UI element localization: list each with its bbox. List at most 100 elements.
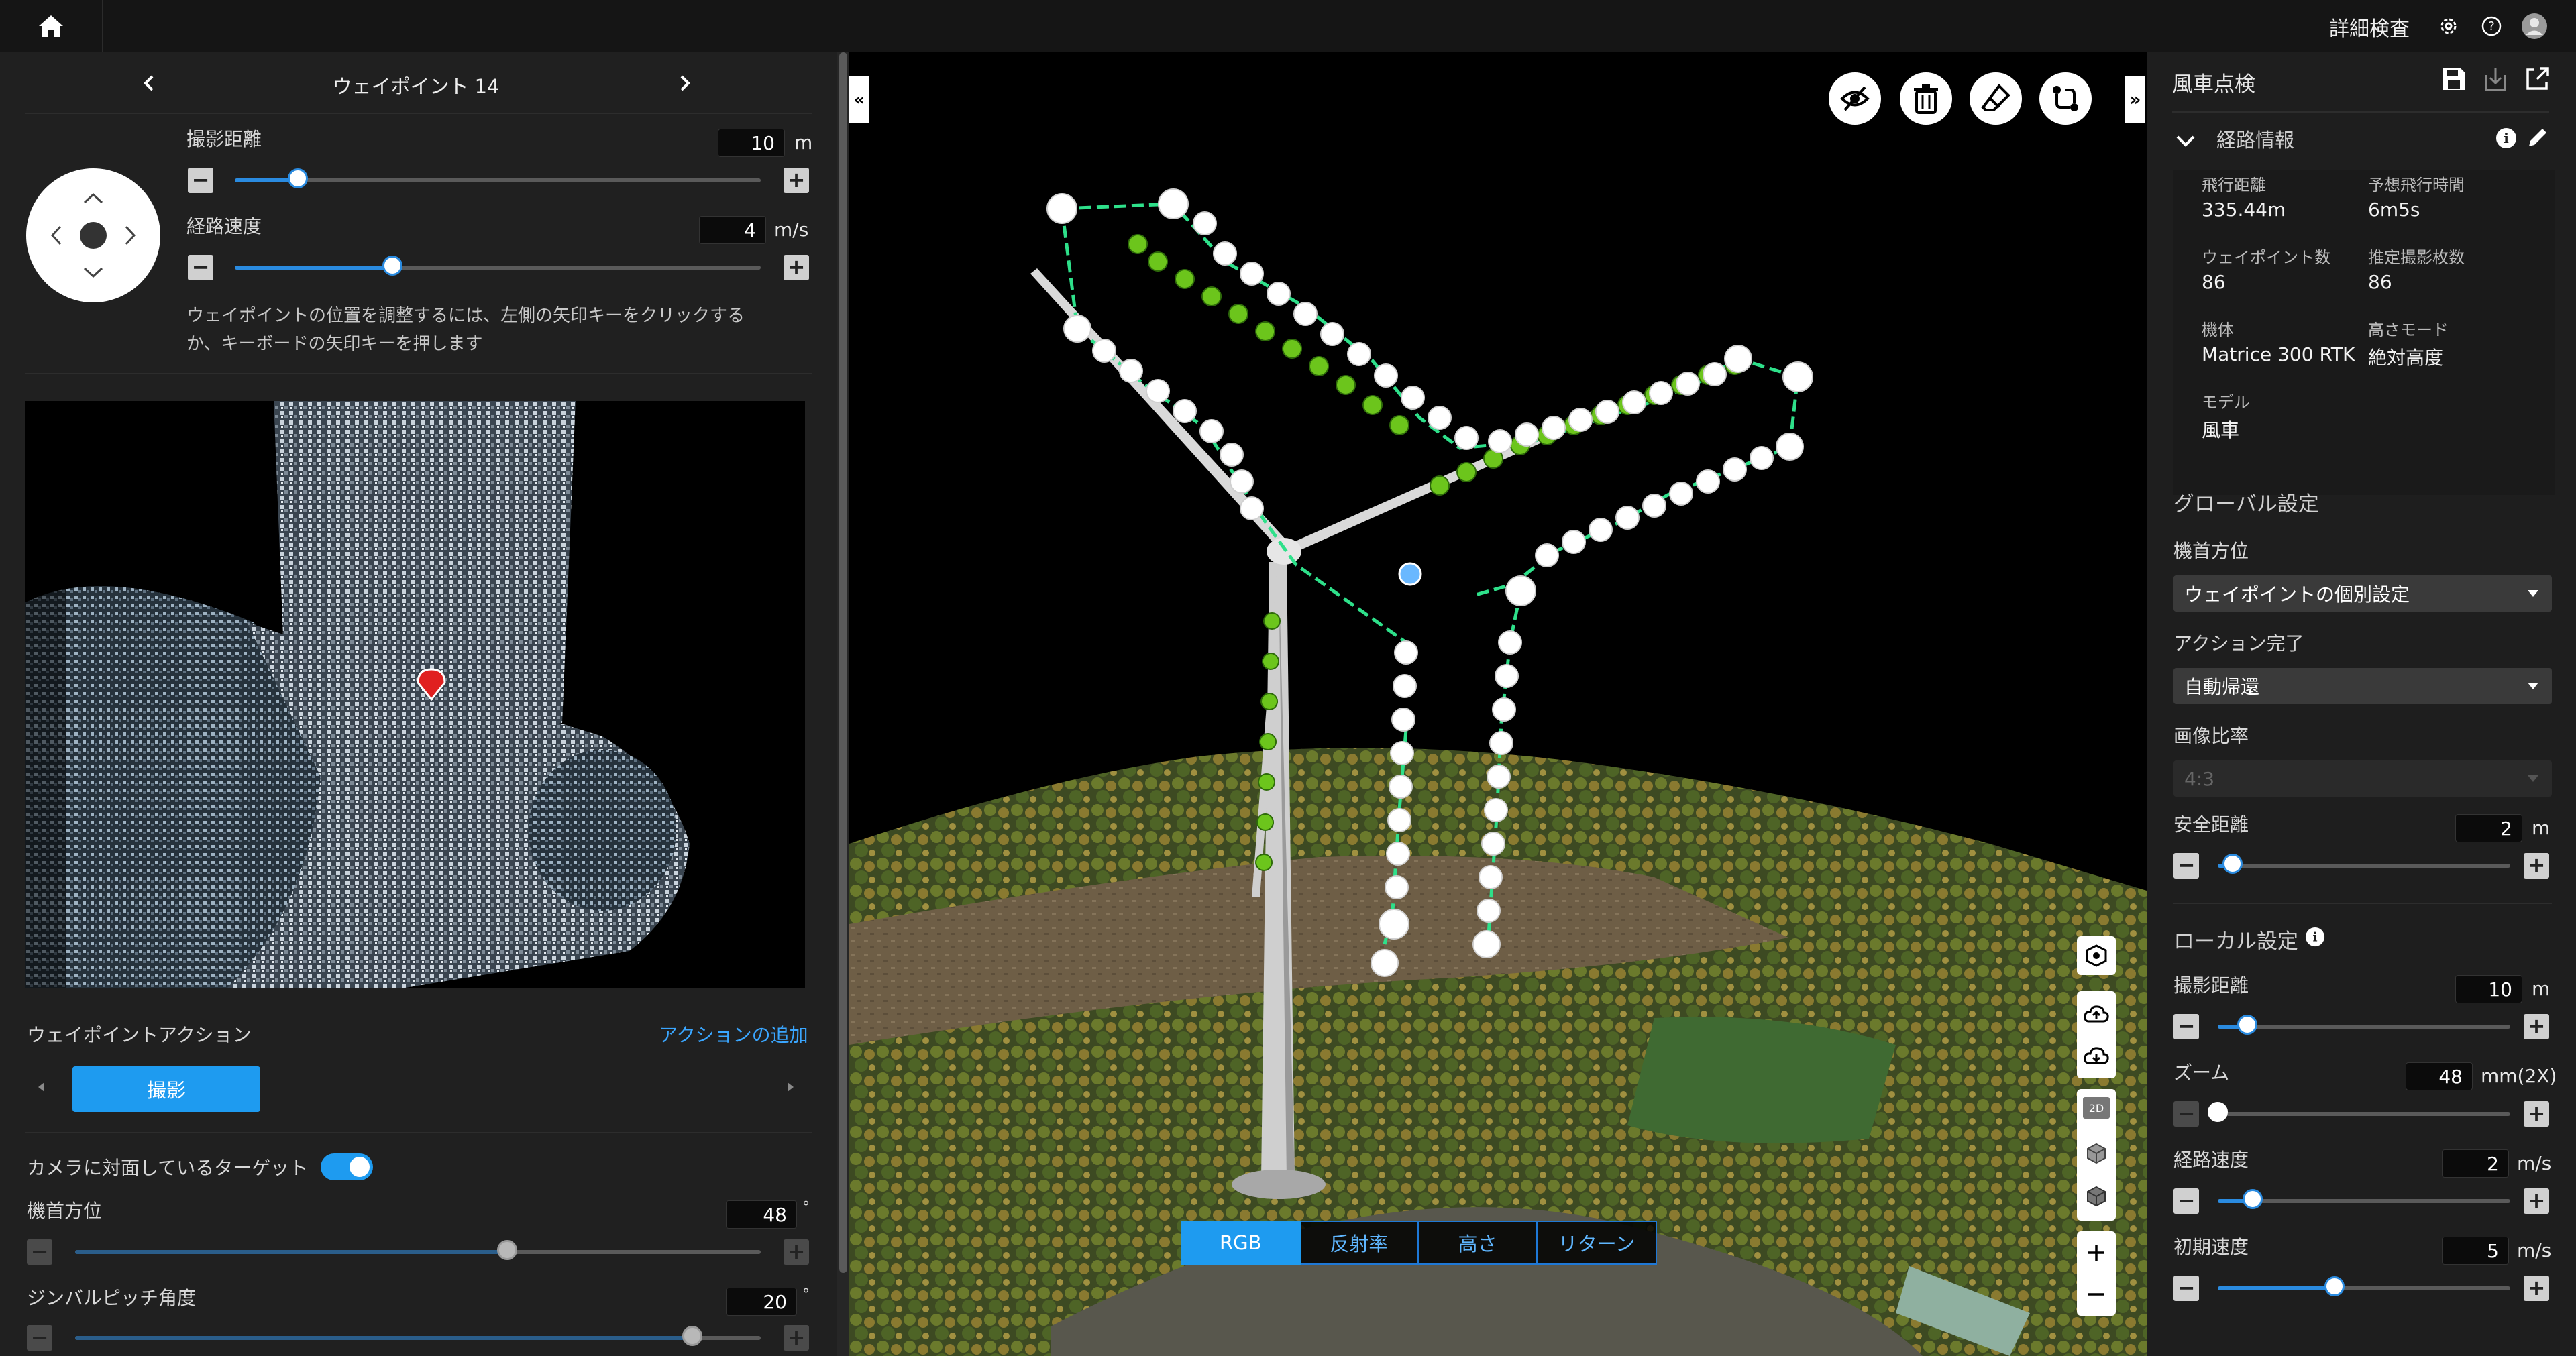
cube-view-button[interactable]	[2077, 936, 2116, 975]
initial-speed-input[interactable]: 5	[2442, 1237, 2509, 1265]
cloud-upload-button[interactable]	[2077, 994, 2116, 1034]
heading-unit: °	[802, 1199, 810, 1216]
local-shoot-distance-plus-button[interactable]: +	[2524, 1014, 2549, 1039]
hint-line-1: ウェイポイントの位置を調整するには、左側の矢印キーをクリックする	[186, 306, 745, 326]
toggle-visibility-button[interactable]	[1829, 72, 1881, 125]
safe-distance-input[interactable]: 2	[2455, 814, 2522, 842]
global-divider	[2174, 903, 2552, 904]
safe-distance-slider[interactable]	[2218, 854, 2510, 874]
initial-speed-label: 初期速度	[2174, 1236, 2249, 1258]
zoom-group	[2077, 1231, 2116, 1316]
shoot-distance-input[interactable]: 10	[718, 129, 785, 157]
zoom-minus-button[interactable]: −	[2174, 1101, 2199, 1127]
settings-button[interactable]	[2434, 11, 2463, 41]
route-speed-minus-button[interactable]: −	[188, 255, 213, 280]
collapse-left-panel-button[interactable]: «	[849, 76, 869, 123]
info-label-photo-count: 推定撮影枚数	[2368, 248, 2465, 267]
export-button[interactable]	[2524, 66, 2552, 94]
face-target-toggle[interactable]	[321, 1153, 373, 1180]
initial-speed-plus-button[interactable]: +	[2524, 1276, 2549, 1301]
edit-route-button[interactable]	[2526, 126, 2551, 150]
zoom-in-button[interactable]	[2077, 1233, 2116, 1273]
gimbal-pitch-label: ジンバルピッチ角度	[27, 1287, 197, 1309]
import-button[interactable]	[2482, 66, 2510, 94]
save-button[interactable]	[2440, 66, 2469, 94]
local-shoot-distance-input[interactable]: 10	[2455, 975, 2522, 1003]
actions-scroll-left[interactable]	[36, 1081, 46, 1096]
route-info-help-button[interactable]: i	[2496, 127, 2518, 150]
tab-height[interactable]: 高さ	[1419, 1221, 1538, 1265]
zoom-out-button[interactable]	[2077, 1274, 2116, 1314]
global-heading-label: 機首方位	[2174, 540, 2249, 562]
local-route-speed-slider[interactable]	[2218, 1189, 2510, 1209]
prev-waypoint-button[interactable]	[138, 71, 162, 95]
next-waypoint-button[interactable]	[672, 71, 696, 95]
route-speed-plus-button[interactable]: +	[784, 255, 809, 280]
actions-scroll-right[interactable]	[786, 1081, 796, 1096]
dropdown-caret-icon	[2528, 590, 2538, 597]
action-chip-shoot[interactable]: 撮影	[72, 1066, 260, 1112]
3d-view-button[interactable]	[2077, 1133, 2116, 1174]
left-panel-scrollbar[interactable]	[837, 52, 849, 1356]
gimbal-pitch-plus-button[interactable]: +	[784, 1325, 809, 1351]
info-icon: i	[2496, 128, 2516, 148]
initial-speed-minus-button[interactable]: −	[2174, 1276, 2199, 1301]
help-icon: ?	[2481, 16, 2502, 36]
eraser-icon	[1981, 83, 2010, 111]
svg-text:i: i	[2312, 930, 2317, 945]
selected-waypoint-marker	[1398, 562, 1422, 586]
collapse-right-panel-button[interactable]: »	[2125, 76, 2145, 123]
local-route-speed-plus-button[interactable]: +	[2524, 1188, 2549, 1214]
shoot-distance-slider[interactable]	[235, 168, 761, 188]
safe-distance-minus-button[interactable]: −	[2174, 853, 2199, 879]
route-speed-slider[interactable]	[235, 256, 761, 276]
face-target-label: カメラに対面しているターゲット	[27, 1157, 309, 1179]
local-route-speed-minus-button[interactable]: −	[2174, 1188, 2199, 1214]
zoom-input[interactable]: 48	[2406, 1062, 2473, 1090]
map-viewport[interactable]: « » 2D RGB 反射率 高さ リターン	[849, 52, 2147, 1356]
cloud-download-button[interactable]	[2077, 1035, 2116, 1076]
route-speed-input[interactable]: 4	[699, 216, 766, 244]
route-info-collapse-button[interactable]	[2174, 129, 2198, 153]
local-shoot-distance-unit: m	[2532, 978, 2551, 1000]
local-shoot-distance-minus-button[interactable]: −	[2174, 1014, 2199, 1039]
gear-icon	[2440, 18, 2457, 34]
gimbal-pitch-slider[interactable]	[75, 1326, 761, 1346]
add-action-link[interactable]: アクションの追加	[659, 1021, 808, 1048]
local-settings-help-button[interactable]: i	[2305, 927, 2326, 948]
finish-action-label: アクション完了	[2174, 632, 2304, 655]
2d-view-button[interactable]: 2D	[2083, 1097, 2110, 1119]
safe-distance-plus-button[interactable]: +	[2524, 853, 2549, 879]
trash-icon	[1914, 84, 1938, 114]
tab-rgb[interactable]: RGB	[1181, 1221, 1301, 1265]
delete-button[interactable]	[1900, 72, 1952, 125]
heading-input[interactable]: 48	[726, 1200, 797, 1229]
tab-reflectance[interactable]: 反射率	[1300, 1221, 1419, 1265]
finish-action-select[interactable]: 自動帰還	[2174, 668, 2552, 704]
tab-return[interactable]: リターン	[1537, 1221, 1657, 1265]
gimbal-pitch-minus-button[interactable]: −	[27, 1325, 52, 1351]
gimbal-pitch-input[interactable]: 20	[726, 1288, 797, 1316]
home-button[interactable]	[0, 0, 103, 52]
heading-minus-button[interactable]: −	[27, 1239, 52, 1265]
shoot-distance-plus-button[interactable]: +	[784, 168, 809, 193]
hint-divider	[25, 373, 812, 374]
route-swap-icon	[2053, 86, 2078, 111]
user-button[interactable]	[2520, 11, 2549, 41]
zoom-slider[interactable]	[2208, 1102, 2510, 1122]
3d-view-alt-button[interactable]	[2077, 1176, 2116, 1217]
local-route-speed-input[interactable]: 2	[2442, 1149, 2509, 1178]
local-shoot-distance-slider[interactable]	[2218, 1015, 2510, 1035]
shoot-distance-minus-button[interactable]: −	[188, 168, 213, 193]
3d-box-icon	[2087, 1143, 2106, 1164]
heading-slider[interactable]	[75, 1240, 761, 1260]
inspection-mode-label[interactable]: 詳細検査	[2329, 12, 2410, 42]
erase-button[interactable]	[1970, 72, 2022, 125]
heading-plus-button[interactable]: +	[784, 1239, 809, 1265]
global-heading-select[interactable]: ウェイポイントの個別設定	[2174, 575, 2552, 612]
initial-speed-slider[interactable]	[2218, 1276, 2510, 1296]
route-swap-button[interactable]	[2039, 72, 2092, 125]
zoom-plus-button[interactable]: +	[2524, 1101, 2549, 1127]
direction-pad[interactable]	[25, 168, 161, 303]
help-button[interactable]: ?	[2477, 11, 2506, 41]
